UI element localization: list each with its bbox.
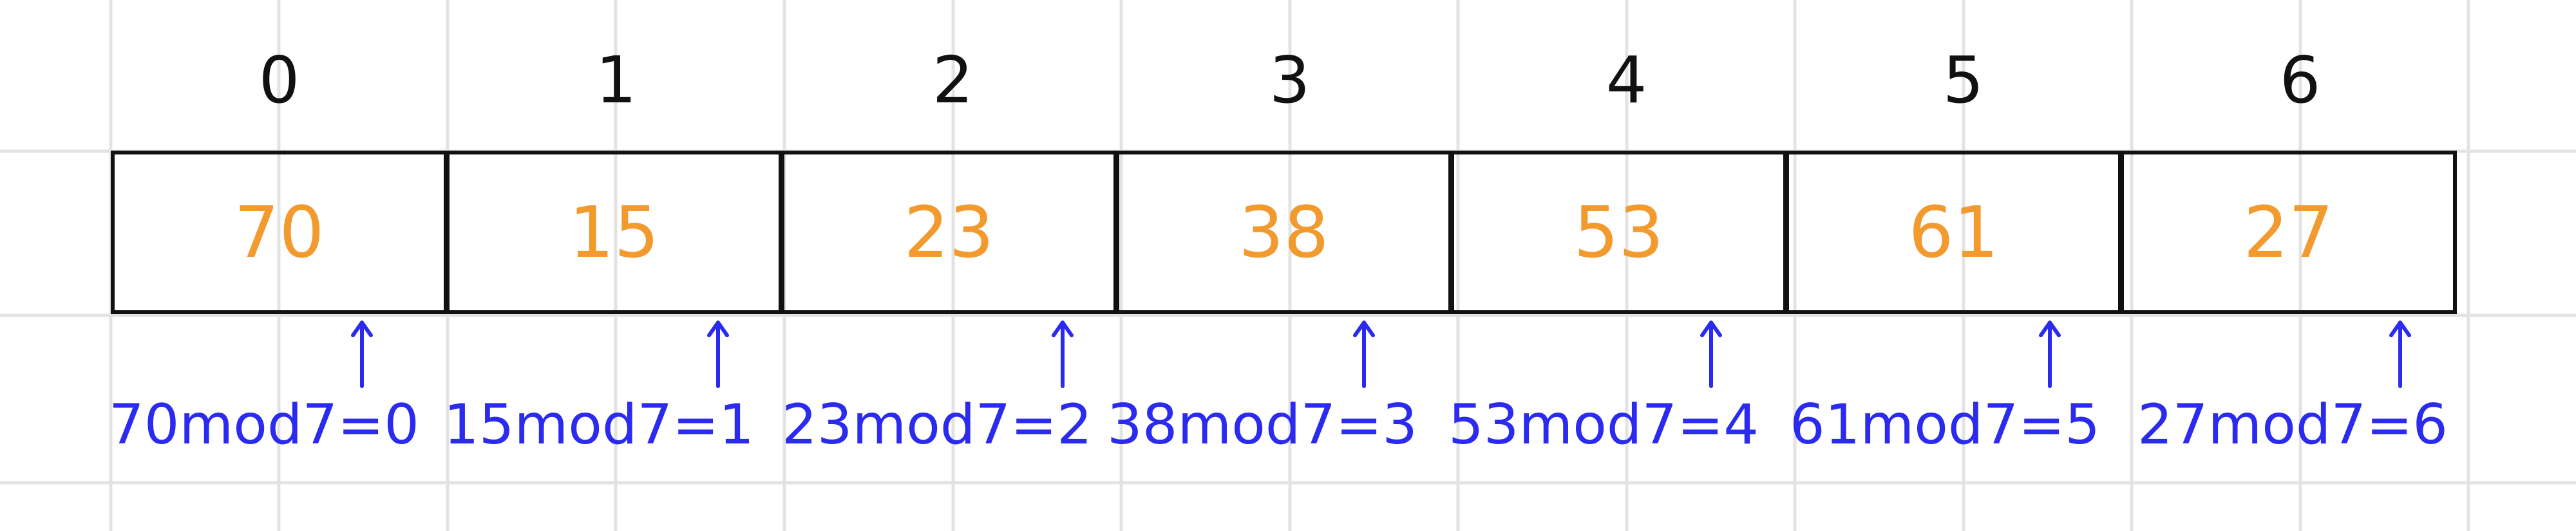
slot-value-2: 23 [904,191,994,274]
up-arrow-icon [1700,321,1722,388]
mod-annotation-0: 70mod7=0 [109,393,419,457]
up-arrow-icon [351,321,373,388]
slot-index-2: 2 [932,42,974,118]
hash-slot-0: 70 [111,151,448,314]
slot-value-1: 15 [569,191,659,274]
slot-value-0: 70 [234,191,325,274]
slot-index-1: 1 [595,42,637,118]
slot-value-5: 61 [1908,191,1999,274]
slot-index-5: 5 [1942,42,1984,118]
hash-slot-5: 61 [1785,151,2122,314]
up-arrow-icon [2389,321,2411,388]
up-arrow-icon [707,321,729,388]
slot-index-6: 6 [2279,42,2321,118]
mod-annotation-4: 53mod7=4 [1448,393,1759,457]
mod-annotation-3: 38mod7=3 [1107,393,1417,457]
hash-slot-1: 15 [446,151,782,314]
mod-annotation-6: 27mod7=6 [2137,393,2448,457]
up-arrow-icon [1052,321,1074,388]
slot-index-3: 3 [1269,42,1311,118]
up-arrow-icon [1353,321,1375,388]
mod-annotation-1: 15mod7=1 [444,393,754,457]
hash-slot-3: 38 [1115,151,1452,314]
up-arrow-icon [2039,321,2061,388]
mod-annotation-2: 23mod7=2 [782,393,1092,457]
slot-value-3: 38 [1238,191,1329,274]
slot-value-4: 53 [1573,191,1664,274]
slot-index-4: 4 [1605,42,1647,118]
slot-index-0: 0 [258,42,300,118]
mod-annotation-5: 61mod7=5 [1790,393,2100,457]
hash-slot-2: 23 [781,151,1117,314]
slot-value-6: 27 [2243,191,2334,274]
hash-slot-6: 27 [2120,151,2457,314]
hash-slot-4: 53 [1450,151,1787,314]
